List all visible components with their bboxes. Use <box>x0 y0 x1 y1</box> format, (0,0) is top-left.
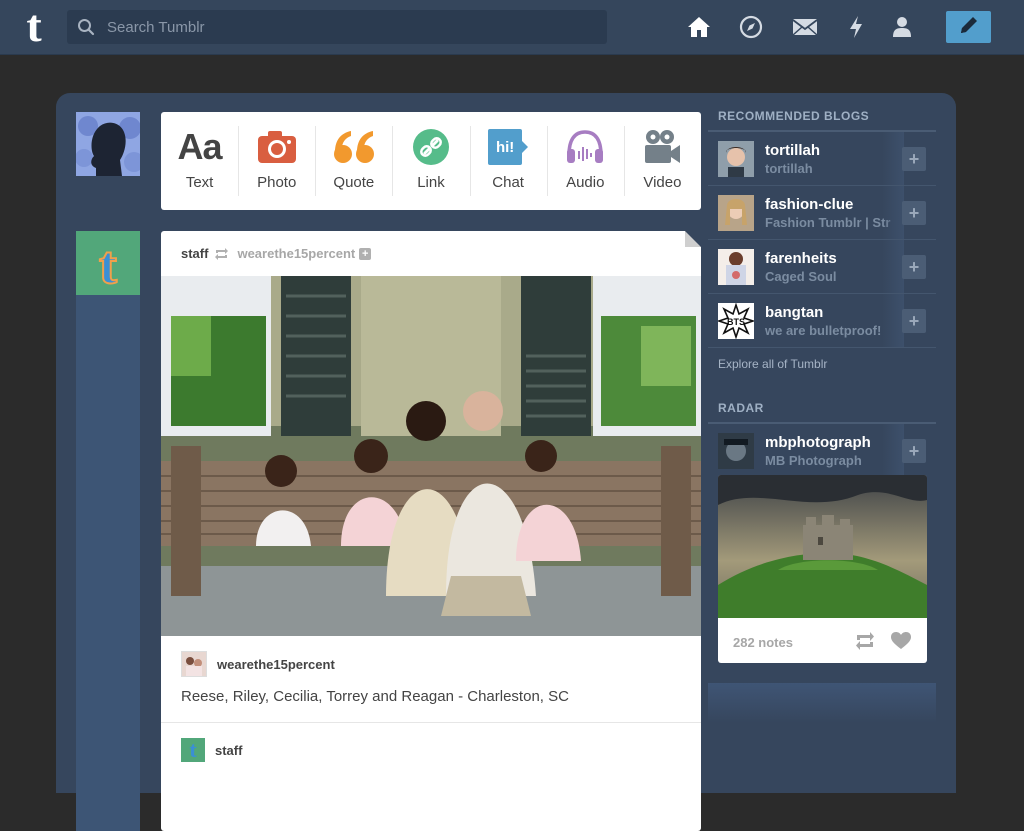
next-post-author-name[interactable]: staff <box>215 743 242 758</box>
search-icon <box>67 18 105 36</box>
sidebar-bottom-fade <box>708 683 936 723</box>
follow-plus-icon[interactable]: + <box>902 147 926 171</box>
dashboard-container: t Aa Text Photo Quote Link hi! Chat Audi… <box>56 93 956 831</box>
blog-avatar[interactable] <box>718 194 754 231</box>
caption-author-avatar <box>181 651 207 677</box>
explore-all-link[interactable]: Explore all of Tumblr <box>708 348 936 387</box>
radar-post-card[interactable]: 282 notes <box>718 475 927 663</box>
reblog-icon[interactable] <box>855 632 875 655</box>
post-type-label: Photo <box>257 174 297 191</box>
radar-blog-item[interactable]: mbphotograph MB Photograph + <box>708 424 936 477</box>
avatar-column <box>76 231 140 831</box>
blog-avatar[interactable] <box>718 248 754 285</box>
post-type-chat[interactable]: hi! Chat <box>469 112 547 210</box>
post-type-composer: Aa Text Photo Quote Link hi! Chat Audio … <box>161 112 701 210</box>
post-type-label: Link <box>417 174 445 191</box>
sidebar: RECOMMENDED BLOGS tortillah tortillah + … <box>708 93 936 723</box>
post-type-photo[interactable]: Photo <box>238 112 315 210</box>
post-corner-fold <box>685 231 701 247</box>
post-divider <box>161 722 701 723</box>
post-type-quote[interactable]: Quote <box>315 112 392 210</box>
caption-author-name[interactable]: wearethe15percent <box>217 657 335 672</box>
radar-notes-count[interactable]: 282 notes <box>733 635 793 650</box>
tumblr-logo[interactable]: t <box>18 3 50 49</box>
headphones-icon <box>565 126 605 168</box>
next-post-author[interactable]: t staff <box>181 738 242 762</box>
post-type-label: Text <box>185 174 214 191</box>
follow-plus-icon[interactable]: + <box>902 201 926 225</box>
recommended-blogs-heading: RECOMMENDED BLOGS <box>708 93 936 132</box>
post-header: staff wearethe15percent + <box>161 231 701 276</box>
blog-avatar[interactable] <box>718 140 754 177</box>
blog-avatar[interactable]: BTS <box>718 302 754 339</box>
follow-plus-icon[interactable]: + <box>902 309 926 333</box>
fade-overlay <box>882 240 904 293</box>
staff-small-avatar: t <box>181 738 205 762</box>
chat-bubble-icon: hi! <box>488 126 529 168</box>
dashboard-post: staff wearethe15percent + wearethe15perc… <box>161 231 701 831</box>
link-icon <box>412 126 450 168</box>
home-icon[interactable] <box>686 14 712 40</box>
post-type-video[interactable]: Video <box>623 112 701 210</box>
post-author-link[interactable]: staff <box>181 246 208 261</box>
svg-text:BTS: BTS <box>727 317 745 327</box>
radar-photo[interactable] <box>718 475 927 618</box>
follow-plus-icon[interactable]: + <box>902 255 926 279</box>
post-photo[interactable] <box>161 276 701 636</box>
post-type-label: Chat <box>492 174 524 191</box>
text-aa-icon: Aa <box>177 126 223 167</box>
recommended-blog-item[interactable]: BTS bangtan we are bulletproof! + <box>708 294 936 348</box>
svg-text:t: t <box>99 235 117 295</box>
post-type-text[interactable]: Aa Text <box>161 112 238 210</box>
recommended-blog-item[interactable]: fashion-clue Fashion Tumblr | Str + <box>708 186 936 240</box>
search-input[interactable] <box>105 17 589 37</box>
fade-overlay <box>882 424 904 477</box>
reblogged-from-link[interactable]: wearethe15percent <box>237 246 355 261</box>
post-type-label: Video <box>643 174 682 191</box>
post-type-label: Audio <box>566 174 605 191</box>
post-type-audio[interactable]: Audio <box>546 112 624 210</box>
video-camera-icon <box>643 126 681 168</box>
reblog-icon <box>214 247 229 260</box>
recommended-blog-item[interactable]: tortillah tortillah + <box>708 132 936 186</box>
top-navigation-bar: t <box>0 0 1024 55</box>
post-type-label: Quote <box>333 174 375 191</box>
post-caption: Reese, Riley, Cecilia, Torrey and Reagan… <box>181 688 569 705</box>
staff-avatar[interactable]: t <box>76 231 140 296</box>
fade-overlay <box>882 132 904 185</box>
user-avatar[interactable] <box>76 112 140 176</box>
radar-heading: RADAR <box>708 387 936 424</box>
camera-icon <box>257 126 297 168</box>
fade-overlay <box>882 294 904 347</box>
explore-compass-icon[interactable] <box>738 14 764 40</box>
follow-plus-icon[interactable]: + <box>902 439 926 463</box>
recommended-blog-item[interactable]: farenheits Caged Soul + <box>708 240 936 294</box>
quote-icon <box>333 126 375 168</box>
like-heart-icon[interactable] <box>891 632 911 655</box>
search-bar[interactable] <box>67 10 607 44</box>
caption-author[interactable]: wearethe15percent <box>181 651 335 677</box>
inbox-mail-icon[interactable] <box>792 14 818 40</box>
follow-plus-icon[interactable]: + <box>359 247 372 260</box>
activity-lightning-icon[interactable] <box>843 14 869 40</box>
compose-post-button[interactable] <box>946 11 991 43</box>
account-person-icon[interactable] <box>889 14 915 40</box>
pencil-icon <box>958 14 980 41</box>
post-type-link[interactable]: Link <box>392 112 469 210</box>
fade-overlay <box>882 186 904 239</box>
blog-avatar[interactable] <box>718 432 754 469</box>
